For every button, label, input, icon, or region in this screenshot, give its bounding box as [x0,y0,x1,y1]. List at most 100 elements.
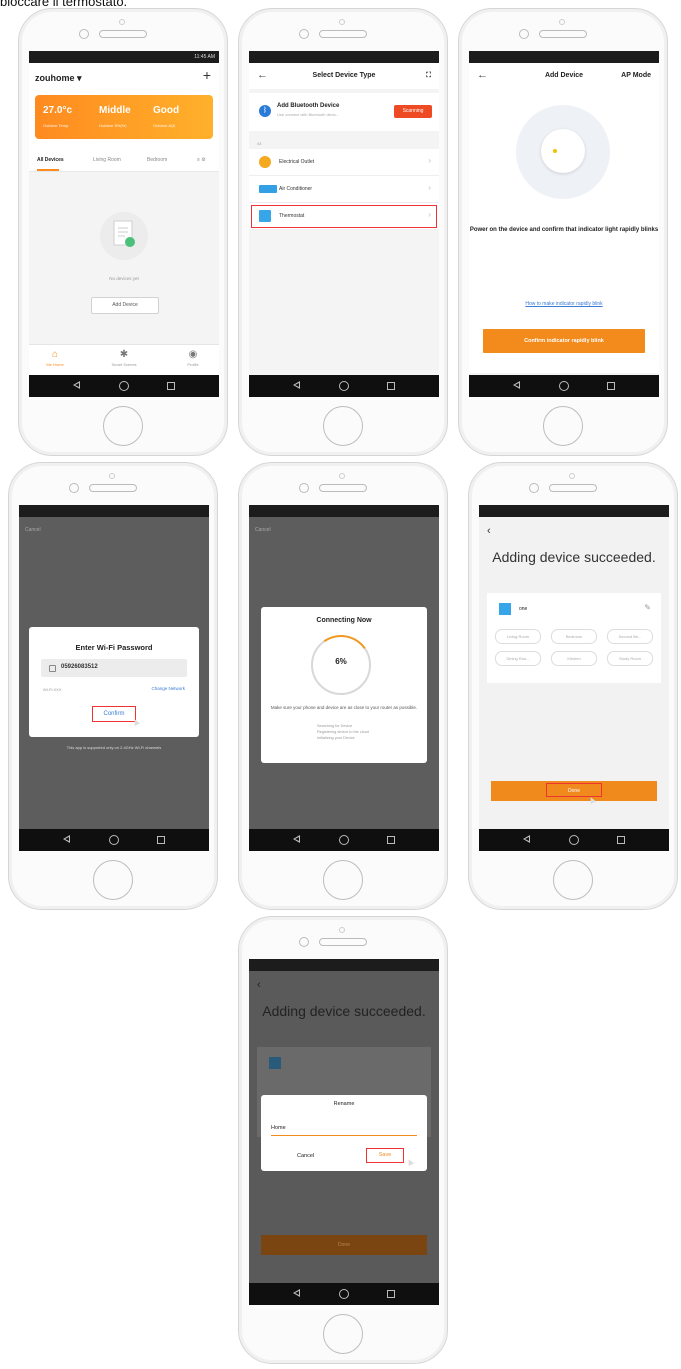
thermostat-icon [259,210,271,222]
done-button[interactable]: Done [261,1235,427,1255]
home-button-icon[interactable] [568,834,579,845]
progress-percent: 6% [335,657,347,666]
add-device-button[interactable]: Add Device [91,297,159,314]
add-icon[interactable]: + [203,67,211,83]
save-button[interactable]: Save [366,1148,404,1163]
air-conditioner-icon [259,185,277,193]
page-title: Select Device Type [312,72,376,79]
home-button-icon[interactable] [118,380,129,391]
indicator-light-icon [553,149,557,153]
tap-cursor-icon [406,1158,414,1166]
recents-icon[interactable] [385,834,396,845]
room-chip[interactable]: Second Be... [607,629,653,644]
more-icon[interactable]: ≡ ⚙ [197,157,206,163]
phone-device-added: ‹ Adding device succeeded. one ✎ Living … [468,462,678,910]
bluetooth-icon: ᛒ [259,105,271,117]
home-button-icon[interactable] [108,834,119,845]
room-chip[interactable]: Study Room [607,651,653,666]
password-field[interactable]: 05926083512 [41,659,187,677]
wifi-dialog: Enter Wi-Fi Password 05926083512 Wi-Fi:X… [29,627,199,737]
status-bar [249,51,439,63]
recents-icon[interactable] [155,834,166,845]
room-chip[interactable]: Kitchen [551,651,597,666]
confirm-blink-button[interactable]: Confirm indicator rapidly blink [483,329,645,353]
done-button[interactable]: Done [491,781,657,801]
back-icon[interactable] [61,834,72,845]
home-button-icon[interactable] [338,380,349,391]
confirm-button[interactable]: Confirm [92,706,136,722]
screen: 11:45 AM zouhome ▾ + 27.0°c Outdoor Temp… [29,51,219,397]
android-nav-bar [29,375,219,397]
room-chip[interactable]: Dining Roo... [495,651,541,666]
scene-icon: ✱ [119,349,129,360]
name-input[interactable]: Home [271,1125,286,1131]
tap-cursor-icon [132,718,140,726]
nav-profile[interactable]: ◉ Profile [173,349,213,367]
recents-icon[interactable] [165,380,176,391]
chevron-right-icon: › [428,210,431,219]
row-electrical-outlet[interactable]: Electrical Outlet › [249,149,439,176]
back-icon[interactable] [291,834,302,845]
edit-icon[interactable]: ✎ [644,603,651,612]
weather-card: 27.0°c Outdoor Temp. Middle Outdoor RH(%… [35,95,213,139]
home-button-icon[interactable] [338,834,349,845]
thermostat-icon [499,603,511,615]
device-type-list: Electrical Outlet › Air Conditioner › Ther… [249,149,439,230]
room-tabs: All Devices Living Room Bedroom ≡ ⚙ [29,149,219,172]
recents-icon[interactable] [385,380,396,391]
recents-icon[interactable] [615,834,626,845]
dialog-title: Enter Wi-Fi Password [75,643,153,652]
back-icon[interactable] [71,380,82,391]
instruction-text: Power on the device and confirm that ind… [469,227,659,233]
home-button-icon[interactable] [338,1288,349,1299]
phone-wifi-password: Cancel Enter Wi-Fi Password 05926083512 … [8,462,218,910]
home-icon: ⌂ [51,349,59,360]
room-chip[interactable]: Bedroom [551,629,597,644]
back-icon[interactable] [291,380,302,391]
tab-living-room[interactable]: Living Room [93,157,121,163]
phone-select-device-type: ← Select Device Type ⛶ ᛒ Add Bluetooth D… [238,8,448,456]
home-button-icon[interactable] [558,380,569,391]
back-icon[interactable] [521,834,532,845]
phone-connecting: Cancel Connecting Now 6% Make sure your … [238,462,448,910]
outlet-icon [259,156,271,168]
device-card: one ✎ Living Room Bedroom Second Be... D… [487,593,661,683]
tab-all-devices[interactable]: All Devices [37,157,64,163]
back-chevron-icon[interactable]: ‹ [487,525,491,537]
row-air-conditioner[interactable]: Air Conditioner › [249,176,439,203]
phone-home-button [103,406,143,446]
home-selector[interactable]: zouhome ▾ [35,73,82,84]
phone-add-device: ← Add Device AP Mode Power on the device… [458,8,668,456]
connecting-dialog: Connecting Now 6% Make sure your phone a… [261,607,427,763]
row-thermostat[interactable]: Thermostat › [249,203,439,230]
profile-icon: ◉ [188,349,198,360]
phone-home-screen: 11:45 AM zouhome ▾ + 27.0°c Outdoor Temp… [18,8,228,456]
help-link[interactable]: How to make indicator rapidly blink [469,301,659,307]
ap-mode-link[interactable]: AP Mode [621,72,651,79]
back-icon[interactable] [291,1288,302,1299]
status-bar: 11:45 AM [29,51,219,63]
room-chip[interactable]: Living Room [495,629,541,644]
chevron-right-icon: › [428,156,431,165]
cancel-link[interactable]: Cancel [255,527,271,533]
outdoor-humidity: Middle [99,105,131,116]
scanning-button[interactable]: Scanning [394,105,432,118]
empty-document-icon [100,212,148,260]
recents-icon[interactable] [605,380,616,391]
change-network-link[interactable]: Change Network [151,686,185,691]
back-icon[interactable] [511,380,522,391]
recents-icon[interactable] [385,1288,396,1299]
nav-home[interactable]: ⌂ Me Home [35,349,75,367]
bottom-nav: ⌂ Me Home ✱ Smart Scenes ◉ Profile [29,344,219,375]
cancel-link[interactable]: Cancel [25,527,41,533]
tab-bedroom[interactable]: Bedroom [147,157,167,163]
back-chevron-icon[interactable]: ‹ [257,979,261,991]
lock-icon [49,665,56,672]
phone-rename: ‹ Adding device succeeded. Rename Home C… [238,916,448,1364]
connection-steps: Searching for Device Registering device … [317,724,369,740]
nav-smart-scenes[interactable]: ✱ Smart Scenes [104,349,144,367]
scan-icon[interactable]: ⛶ [426,72,431,80]
success-title: Adding device succeeded. [492,549,656,565]
success-title: Adding device succeeded. [262,1003,426,1019]
cancel-button[interactable]: Cancel [297,1153,314,1159]
